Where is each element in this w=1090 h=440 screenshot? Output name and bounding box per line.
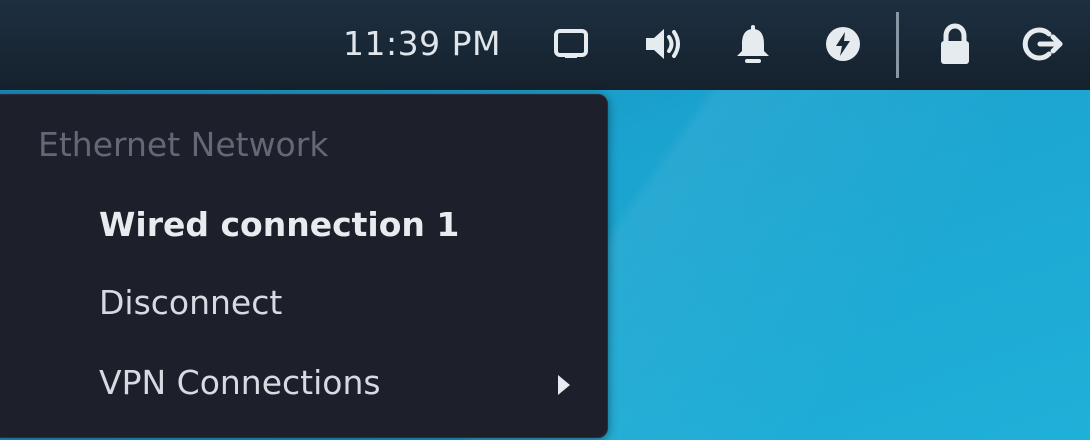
chevron-right-icon <box>558 375 570 395</box>
clock[interactable]: 11:39 PM <box>343 22 501 66</box>
menu-item-label: Disconnect <box>99 283 283 322</box>
display-icon[interactable] <box>549 22 593 66</box>
bell-icon[interactable] <box>731 22 775 66</box>
power-icon[interactable] <box>821 22 865 66</box>
menu-item-wired-connection[interactable]: Wired connection 1 <box>0 191 607 263</box>
menu-header: Ethernet Network <box>38 125 329 164</box>
menu-item-label: Wired connection 1 <box>99 205 460 244</box>
logout-icon[interactable] <box>1022 22 1066 66</box>
menu-item-disconnect[interactable]: Disconnect <box>0 269 607 341</box>
top-panel: 11:39 PM <box>0 0 1090 90</box>
menu-item-vpn-connections[interactable]: VPN Connections <box>0 349 607 421</box>
volume-icon[interactable] <box>642 22 686 66</box>
network-menu: Ethernet Network Wired connection 1 Disc… <box>0 94 608 438</box>
panel-separator <box>896 12 899 78</box>
lock-icon[interactable] <box>933 22 977 66</box>
menu-item-label: VPN Connections <box>99 363 381 402</box>
